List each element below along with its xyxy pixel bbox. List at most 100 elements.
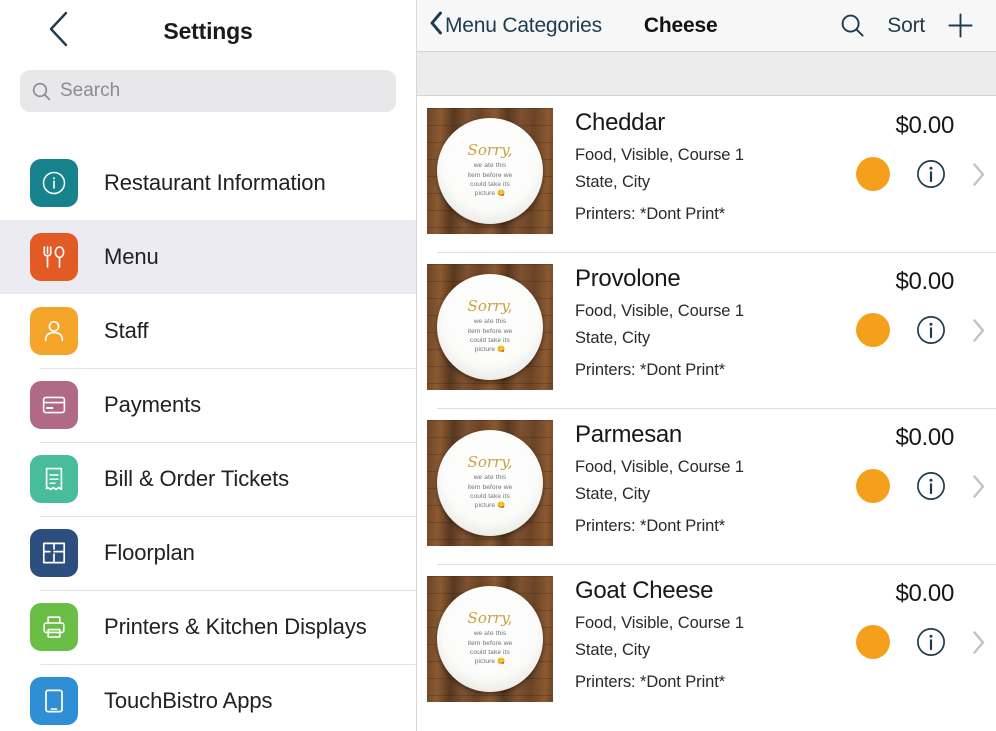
chevron-right-icon[interactable]: [972, 474, 986, 499]
menu-item-row[interactable]: Sorry, we ate this item before we could tak…: [417, 564, 996, 720]
menu-item-name: Provolone: [575, 265, 681, 292]
menu-item-controls: [856, 469, 990, 503]
status-dot[interactable]: [856, 313, 890, 347]
thumb-line-1: we ate this: [473, 630, 507, 638]
tongue-emoji-icon: 😋: [497, 190, 506, 198]
status-dot[interactable]: [856, 469, 890, 503]
row-divider: [437, 408, 996, 409]
thumb-line-4-text: picture: [474, 502, 496, 510]
sidebar-item-restaurant-information[interactable]: Restaurant Information: [0, 146, 416, 220]
placeholder-plate-icon: Sorry, we ate this item before we could tak…: [437, 430, 543, 536]
sidebar-divider: [40, 220, 416, 221]
sidebar-divider: [40, 590, 416, 591]
menu-item-printers: Printers: *Dont Print*: [575, 361, 726, 380]
sidebar-item-printers-kitchen-displays[interactable]: Printers & Kitchen Displays: [0, 590, 416, 664]
back-link-label: Menu Categories: [445, 13, 602, 37]
menu-item-name: Cheddar: [575, 109, 665, 136]
thumb-line-4-text: picture: [474, 658, 496, 666]
thumb-line-2: item before we: [467, 171, 513, 179]
sidebar-item-staff[interactable]: Staff: [0, 294, 416, 368]
menu-item-thumbnail[interactable]: Sorry, we ate this item before we could tak…: [427, 264, 553, 390]
menu-item-price: $0.00: [895, 268, 954, 295]
section-strip: [417, 52, 996, 96]
menu-item-meta-line-1: Food, Visible, Course 1: [575, 145, 744, 164]
thumb-line-4: picture 😋: [475, 657, 506, 666]
menu-item-row[interactable]: Sorry, we ate this item before we could tak…: [417, 252, 996, 408]
tongue-emoji-icon: 😋: [497, 658, 506, 666]
thumb-line-3: could take its: [470, 181, 510, 188]
menu-item-row[interactable]: Sorry, we ate this item before we could tak…: [417, 408, 996, 564]
menu-item-list: Sorry, we ate this item before we could tak…: [417, 96, 996, 731]
menu-item-meta-line-2: State, City: [575, 172, 651, 191]
thumb-line-3: could take its: [470, 493, 510, 500]
thumb-line-4-text: picture: [474, 346, 496, 354]
sidebar-item-label: Restaurant Information: [104, 170, 326, 195]
thumb-sorry-text: Sorry,: [467, 453, 513, 472]
row-divider: [437, 252, 996, 253]
search-icon[interactable]: [840, 13, 865, 38]
sidebar-item-floorplan[interactable]: Floorplan: [0, 516, 416, 590]
sidebar-item-payments[interactable]: Payments: [0, 368, 416, 442]
search-input[interactable]: [60, 80, 384, 102]
info-circle-icon[interactable]: [916, 159, 946, 189]
sidebar-item-bill-order-tickets[interactable]: Bill & Order Tickets: [0, 442, 416, 516]
receipt-icon: [30, 455, 78, 503]
thumb-line-4: picture 😋: [475, 501, 506, 510]
thumb-line-3: could take its: [470, 337, 510, 344]
status-dot[interactable]: [856, 157, 890, 191]
row-divider: [437, 564, 996, 565]
sort-button[interactable]: Sort: [887, 14, 925, 38]
chevron-right-icon[interactable]: [972, 318, 986, 343]
sidebar-divider: [40, 442, 416, 443]
tongue-emoji-icon: 😋: [497, 502, 506, 510]
menu-item-actions: $0.00: [806, 576, 996, 708]
menu-item-meta-line-2: State, City: [575, 484, 651, 503]
menu-item-row[interactable]: Sorry, we ate this item before we could tak…: [417, 96, 996, 252]
menu-item-meta-line-1: Food, Visible, Course 1: [575, 457, 744, 476]
chevron-left-icon: [429, 11, 443, 40]
search-container: [0, 62, 416, 112]
back-to-menu-categories-button[interactable]: Menu Categories: [429, 11, 602, 40]
chevron-left-icon: [47, 11, 69, 52]
thumb-line-4-text: picture: [474, 190, 496, 198]
menu-item-price: $0.00: [895, 112, 954, 139]
menu-item-controls: [856, 157, 990, 191]
fork-spoon-icon: [30, 233, 78, 281]
menu-item-thumbnail[interactable]: Sorry, we ate this item before we could tak…: [427, 420, 553, 546]
info-circle-icon[interactable]: [916, 471, 946, 501]
placeholder-plate-icon: Sorry, we ate this item before we could tak…: [437, 118, 543, 224]
status-dot[interactable]: [856, 625, 890, 659]
thumb-line-2: item before we: [467, 483, 513, 491]
thumb-sorry-text: Sorry,: [467, 609, 513, 628]
chevron-right-icon[interactable]: [972, 630, 986, 655]
menu-item-controls: [856, 625, 990, 659]
placeholder-plate-icon: Sorry, we ate this item before we could tak…: [437, 274, 543, 380]
sidebar-item-menu[interactable]: Menu: [0, 220, 416, 294]
info-circle-icon[interactable]: [916, 627, 946, 657]
plus-icon[interactable]: [947, 12, 974, 39]
info-circle-icon[interactable]: [916, 315, 946, 345]
sidebar-divider: [40, 664, 416, 665]
search-bar[interactable]: [20, 70, 396, 112]
printer-icon: [30, 603, 78, 651]
thumb-sorry-text: Sorry,: [467, 297, 513, 316]
back-button[interactable]: [30, 3, 86, 59]
sidebar-item-label: Staff: [104, 318, 149, 343]
thumb-line-3: could take its: [470, 649, 510, 656]
thumb-sorry-text: Sorry,: [467, 141, 513, 160]
sidebar-divider: [40, 294, 416, 295]
chevron-right-icon[interactable]: [972, 162, 986, 187]
tablet-icon: [30, 677, 78, 725]
menu-item-thumbnail[interactable]: Sorry, we ate this item before we could tak…: [427, 108, 553, 234]
floorplan-icon: [30, 529, 78, 577]
thumb-line-4: picture 😋: [475, 345, 506, 354]
credit-card-icon: [30, 381, 78, 429]
menu-item-details: Parmesan Food, Visible, Course 1 State, Ci…: [553, 420, 806, 552]
sidebar-item-touchbistro-apps[interactable]: TouchBistro Apps: [0, 664, 416, 731]
menu-item-details: Provolone Food, Visible, Course 1 State, C…: [553, 264, 806, 396]
menu-item-details: Cheddar Food, Visible, Course 1 State, Cit…: [553, 108, 806, 240]
menu-item-actions: $0.00: [806, 264, 996, 396]
sidebar-header: Settings: [0, 0, 416, 62]
menu-item-thumbnail[interactable]: Sorry, we ate this item before we could tak…: [427, 576, 553, 702]
sidebar-item-label: TouchBistro Apps: [104, 688, 273, 713]
